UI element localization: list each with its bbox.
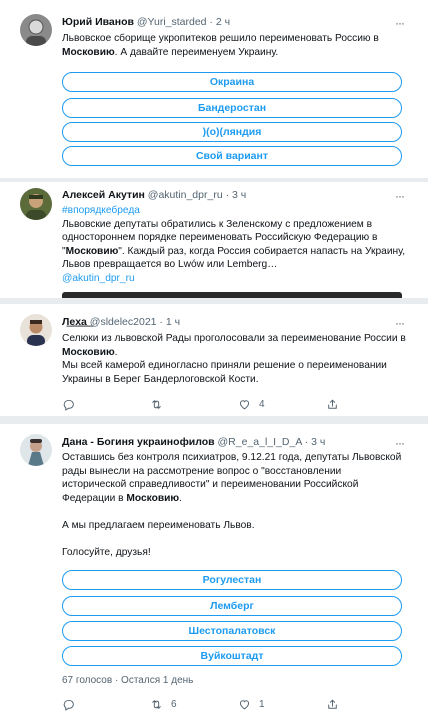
more-options-icon[interactable]: ···: [395, 190, 409, 202]
author-name[interactable]: Дана - Богиня украинофилов: [62, 436, 215, 448]
author-name[interactable]: Алексей Акутин: [62, 189, 145, 201]
tweet-text: Селюки из львовской Рады проголосовали з…: [62, 333, 406, 385]
tweet-header: Юрий Иванов @Yuri_starded · 2 ч: [62, 16, 230, 29]
avatar[interactable]: [20, 314, 52, 346]
retweet-button[interactable]: [150, 397, 171, 411]
tweet-text: Оставшись без контроля психиатров, 9.12.…: [62, 452, 402, 558]
author-handle-time[interactable]: @sldelec2021 · 1 ч: [87, 316, 180, 328]
mention-link[interactable]: @akutin_dpr_ru: [62, 272, 405, 286]
more-options-icon[interactable]: ···: [395, 17, 409, 29]
poll-option-1[interactable]: Рогулестан: [62, 570, 402, 590]
avatar[interactable]: [20, 434, 52, 466]
poll-option-3[interactable]: )(о)(ляндия: [62, 122, 402, 142]
author-handle-time[interactable]: @akutin_dpr_ru · 3 ч: [145, 189, 246, 201]
avatar[interactable]: [20, 188, 52, 220]
reply-button[interactable]: [62, 397, 83, 411]
reply-icon: [63, 399, 74, 411]
tweet-text: Львовское сборище укропитеков решило пер…: [62, 33, 379, 58]
poll-option-3[interactable]: Шестопалатовск: [62, 621, 402, 641]
retweet-icon: [152, 699, 161, 709]
poll-footer: 67 голосов · Остался 1 день: [62, 675, 194, 686]
author-handle-time[interactable]: @Yuri_starded · 2 ч: [134, 16, 230, 28]
tweet-text: #впорядкебреда Львовские депутаты обрати…: [62, 204, 406, 286]
poll-option-2[interactable]: Бандеростан: [62, 98, 402, 118]
reply-icon: [63, 699, 74, 711]
tweet-actions: 4: [62, 397, 402, 411]
author-name[interactable]: Л͟е͟х͟а͟: [62, 316, 87, 328]
author-handle-time[interactable]: @R_e_a_l_I_D_A · 3 ч: [215, 436, 326, 448]
like-button[interactable]: 1: [238, 697, 265, 711]
poll-option-1[interactable]: Окраина: [62, 72, 402, 92]
heart-icon: [239, 699, 250, 709]
poll-option-4[interactable]: Вуйкоштадт: [62, 646, 402, 666]
tweet-header: Л͟е͟х͟а͟ @sldelec2021 · 1 ч: [62, 316, 180, 329]
reply-button[interactable]: [62, 697, 83, 711]
share-icon: [328, 399, 337, 409]
divider: [0, 416, 428, 424]
tweet-actions: 6 1: [62, 697, 402, 711]
tweet-2[interactable]: Алексей Акутин @akutin_dpr_ru · 3 ч ··· …: [0, 182, 428, 298]
like-button[interactable]: 4: [238, 397, 265, 411]
retweet-button[interactable]: 6: [150, 697, 177, 711]
share-button[interactable]: [326, 697, 339, 711]
tweet-4[interactable]: Дана - Богиня украинофилов @R_e_a_l_I_D_…: [0, 424, 428, 724]
heart-icon: [239, 399, 250, 409]
poll-option-4[interactable]: Свой вариант: [62, 146, 402, 166]
share-button[interactable]: [326, 397, 339, 411]
hashtag-link[interactable]: #впорядкебреда: [62, 204, 405, 218]
tweet-3[interactable]: Л͟е͟х͟а͟ @sldelec2021 · 1 ч ··· Селюки и…: [0, 304, 428, 416]
retweet-icon: [152, 399, 161, 409]
more-options-icon[interactable]: ···: [395, 317, 409, 329]
tweet-1[interactable]: Юрий Иванов @Yuri_starded · 2 ч ··· Льво…: [0, 0, 428, 178]
more-options-icon[interactable]: ···: [395, 437, 409, 449]
author-name[interactable]: Юрий Иванов: [62, 16, 134, 28]
poll-option-2[interactable]: Лемберг: [62, 596, 402, 616]
share-icon: [328, 699, 337, 709]
avatar[interactable]: [20, 14, 52, 46]
tweet-header: Алексей Акутин @akutin_dpr_ru · 3 ч: [62, 189, 246, 202]
tweet-header: Дана - Богиня украинофилов @R_e_a_l_I_D_…: [62, 436, 325, 449]
